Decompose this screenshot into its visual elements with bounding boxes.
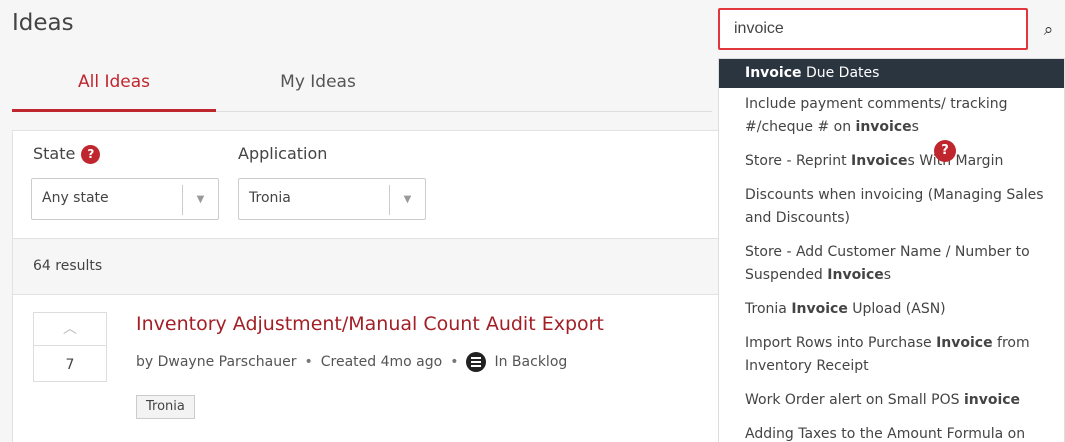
suggestion-item[interactable]: Store - Reprint Invoices With Margin [719,145,1064,179]
suggestion-text: invoice [855,119,912,135]
chevron-down-icon: ▼ [182,185,218,215]
suggestion-item[interactable]: Invoice Due Dates [719,59,1064,88]
application-label: Application [238,144,328,163]
suggestion-item[interactable]: Discounts when invoicing (Managing Sales… [719,179,1064,236]
tab-my-ideas[interactable]: My Ideas [216,68,420,112]
state-select[interactable]: Any state ▼ [31,178,219,220]
tab-all-ideas[interactable]: All Ideas [12,68,216,112]
state-select-value: Any state [42,190,109,206]
vote-widget: ︿ 7 [33,312,107,382]
meta-separator: • [450,354,459,370]
suggestion-text: Adding Taxes to the Amount Formula on [745,426,1026,442]
suggestion-item[interactable]: Adding Taxes to the Amount Formula on [719,418,1064,442]
suggestion-item[interactable]: Work Order alert on Small POS invoice [719,384,1064,418]
tab-bar: All Ideas My Ideas [12,60,712,112]
state-help-icon[interactable]: ? [81,145,101,164]
ideas-panel: State? Any state ▼ Application Tronia ▼ … [12,130,732,442]
application-select-value: Tronia [249,190,291,206]
suggestion-text: s [911,119,919,135]
application-select[interactable]: Tronia ▼ [238,178,426,220]
idea-created: Created 4mo ago [320,354,443,370]
suggestion-text: Invoice [745,65,802,81]
idea-tag[interactable]: Tronia [136,395,195,419]
suggestion-text: s [883,267,892,283]
suggestion-text: invoice [963,392,1021,408]
idea-title[interactable]: Inventory Adjustment/Manual Count Audit … [136,313,604,335]
idea-author: by Dwayne Parschauer [136,354,297,370]
chevron-down-icon: ▼ [389,185,425,215]
suggestion-text: Import Rows into Purchase [745,335,937,351]
search-suggestions: Invoice Due Dates Include payment comment… [718,58,1065,442]
suggestion-text: Invoice [936,335,993,351]
suggestion-item[interactable]: Include payment comments/ tracking #/che… [719,88,1064,145]
chevron-up-icon[interactable]: ︿ [34,313,106,346]
search-icon[interactable]: ⌕ [1032,10,1065,50]
suggestion-text: Store - Reprint [745,153,852,169]
search-input[interactable] [720,10,1026,48]
page-title: Ideas [12,10,74,36]
suggestion-text: Invoice [851,153,908,169]
suggestion-item[interactable]: Store - Add Customer Name / Number to Su… [719,236,1064,293]
state-label: State [33,144,76,163]
suggestion-text: Work Order alert on Small POS [745,392,964,408]
idea-status: In Backlog [494,354,568,370]
suggestion-text: Due Dates [801,65,880,81]
backlog-icon [466,352,487,372]
suggestion-text: Upload (ASN) [847,301,946,317]
search-box [718,8,1028,50]
results-bar: 64 results [13,239,731,295]
vote-count: 7 [65,357,75,373]
suggestion-text: Discounts when invoicing (Managing Sales… [745,187,1044,226]
results-count: 64 results [33,258,103,274]
suggestion-item[interactable]: Import Rows into Purchase Invoice from I… [719,327,1064,384]
suggestion-text: s With Margin [907,153,1004,169]
filters: State? Any state ▼ Application Tronia ▼ [13,131,731,239]
state-filter-label: State? [33,144,101,164]
suggestion-text: Invoice [791,301,848,317]
suggestion-text: Tronia [745,301,792,317]
suggestion-text: Invoice [827,267,884,283]
idea-item: ︿ 7 Inventory Adjustment/Manual Count Au… [13,295,731,442]
meta-separator: • [304,354,313,370]
suggestion-item[interactable]: Tronia Invoice Upload (ASN) [719,293,1064,327]
help-icon[interactable]: ? [934,140,956,162]
idea-meta: by Dwayne Parschauer • Created 4mo ago •… [136,352,567,372]
